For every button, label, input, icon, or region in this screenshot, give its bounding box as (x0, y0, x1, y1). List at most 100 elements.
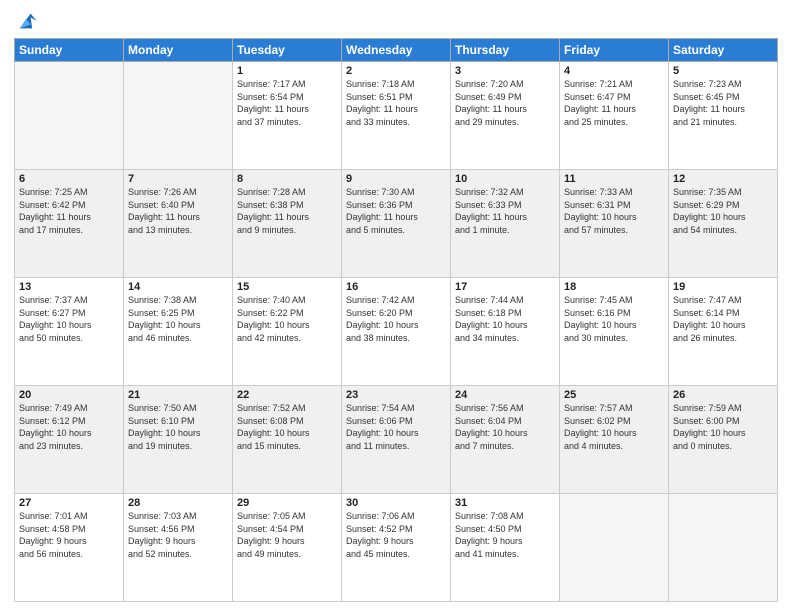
day-detail: Sunrise: 7:08 AM Sunset: 4:50 PM Dayligh… (455, 510, 555, 560)
day-number: 9 (346, 173, 446, 185)
day-detail: Sunrise: 7:42 AM Sunset: 6:20 PM Dayligh… (346, 294, 446, 344)
calendar-cell: 1Sunrise: 7:17 AM Sunset: 6:54 PM Daylig… (233, 62, 342, 170)
day-detail: Sunrise: 7:40 AM Sunset: 6:22 PM Dayligh… (237, 294, 337, 344)
day-detail: Sunrise: 7:44 AM Sunset: 6:18 PM Dayligh… (455, 294, 555, 344)
day-detail: Sunrise: 7:30 AM Sunset: 6:36 PM Dayligh… (346, 186, 446, 236)
logo (14, 14, 38, 32)
calendar-cell (15, 62, 124, 170)
day-detail: Sunrise: 7:01 AM Sunset: 4:58 PM Dayligh… (19, 510, 119, 560)
calendar-cell (669, 494, 778, 602)
weekday-header: Thursday (451, 39, 560, 62)
day-number: 26 (673, 389, 773, 401)
weekday-header-row: SundayMondayTuesdayWednesdayThursdayFrid… (15, 39, 778, 62)
calendar-cell: 30Sunrise: 7:06 AM Sunset: 4:52 PM Dayli… (342, 494, 451, 602)
page: SundayMondayTuesdayWednesdayThursdayFrid… (0, 0, 792, 612)
calendar-cell: 4Sunrise: 7:21 AM Sunset: 6:47 PM Daylig… (560, 62, 669, 170)
calendar-cell: 10Sunrise: 7:32 AM Sunset: 6:33 PM Dayli… (451, 170, 560, 278)
day-detail: Sunrise: 7:21 AM Sunset: 6:47 PM Dayligh… (564, 78, 664, 128)
day-number: 22 (237, 389, 337, 401)
day-detail: Sunrise: 7:35 AM Sunset: 6:29 PM Dayligh… (673, 186, 773, 236)
day-detail: Sunrise: 7:25 AM Sunset: 6:42 PM Dayligh… (19, 186, 119, 236)
calendar-week-row: 1Sunrise: 7:17 AM Sunset: 6:54 PM Daylig… (15, 62, 778, 170)
day-number: 30 (346, 497, 446, 509)
day-number: 7 (128, 173, 228, 185)
day-detail: Sunrise: 7:57 AM Sunset: 6:02 PM Dayligh… (564, 402, 664, 452)
day-detail: Sunrise: 7:54 AM Sunset: 6:06 PM Dayligh… (346, 402, 446, 452)
weekday-header: Wednesday (342, 39, 451, 62)
weekday-header: Monday (124, 39, 233, 62)
day-number: 25 (564, 389, 664, 401)
calendar-cell: 25Sunrise: 7:57 AM Sunset: 6:02 PM Dayli… (560, 386, 669, 494)
calendar-cell: 6Sunrise: 7:25 AM Sunset: 6:42 PM Daylig… (15, 170, 124, 278)
day-detail: Sunrise: 7:06 AM Sunset: 4:52 PM Dayligh… (346, 510, 446, 560)
calendar-cell: 22Sunrise: 7:52 AM Sunset: 6:08 PM Dayli… (233, 386, 342, 494)
calendar-cell: 20Sunrise: 7:49 AM Sunset: 6:12 PM Dayli… (15, 386, 124, 494)
day-number: 6 (19, 173, 119, 185)
day-detail: Sunrise: 7:38 AM Sunset: 6:25 PM Dayligh… (128, 294, 228, 344)
calendar-cell: 28Sunrise: 7:03 AM Sunset: 4:56 PM Dayli… (124, 494, 233, 602)
calendar-cell: 31Sunrise: 7:08 AM Sunset: 4:50 PM Dayli… (451, 494, 560, 602)
calendar-week-row: 27Sunrise: 7:01 AM Sunset: 4:58 PM Dayli… (15, 494, 778, 602)
logo-icon (16, 10, 38, 32)
day-number: 13 (19, 281, 119, 293)
day-detail: Sunrise: 7:52 AM Sunset: 6:08 PM Dayligh… (237, 402, 337, 452)
day-detail: Sunrise: 7:45 AM Sunset: 6:16 PM Dayligh… (564, 294, 664, 344)
day-number: 21 (128, 389, 228, 401)
day-detail: Sunrise: 7:56 AM Sunset: 6:04 PM Dayligh… (455, 402, 555, 452)
day-detail: Sunrise: 7:03 AM Sunset: 4:56 PM Dayligh… (128, 510, 228, 560)
day-number: 24 (455, 389, 555, 401)
weekday-header: Sunday (15, 39, 124, 62)
calendar-cell: 23Sunrise: 7:54 AM Sunset: 6:06 PM Dayli… (342, 386, 451, 494)
calendar-cell: 26Sunrise: 7:59 AM Sunset: 6:00 PM Dayli… (669, 386, 778, 494)
calendar-cell: 29Sunrise: 7:05 AM Sunset: 4:54 PM Dayli… (233, 494, 342, 602)
calendar-cell: 27Sunrise: 7:01 AM Sunset: 4:58 PM Dayli… (15, 494, 124, 602)
calendar-cell: 15Sunrise: 7:40 AM Sunset: 6:22 PM Dayli… (233, 278, 342, 386)
calendar-cell: 16Sunrise: 7:42 AM Sunset: 6:20 PM Dayli… (342, 278, 451, 386)
day-number: 18 (564, 281, 664, 293)
day-detail: Sunrise: 7:37 AM Sunset: 6:27 PM Dayligh… (19, 294, 119, 344)
day-number: 29 (237, 497, 337, 509)
day-number: 17 (455, 281, 555, 293)
day-number: 20 (19, 389, 119, 401)
day-detail: Sunrise: 7:17 AM Sunset: 6:54 PM Dayligh… (237, 78, 337, 128)
day-number: 28 (128, 497, 228, 509)
calendar-cell: 5Sunrise: 7:23 AM Sunset: 6:45 PM Daylig… (669, 62, 778, 170)
day-detail: Sunrise: 7:49 AM Sunset: 6:12 PM Dayligh… (19, 402, 119, 452)
day-detail: Sunrise: 7:28 AM Sunset: 6:38 PM Dayligh… (237, 186, 337, 236)
calendar-cell: 17Sunrise: 7:44 AM Sunset: 6:18 PM Dayli… (451, 278, 560, 386)
day-number: 19 (673, 281, 773, 293)
day-number: 15 (237, 281, 337, 293)
day-number: 16 (346, 281, 446, 293)
day-number: 5 (673, 65, 773, 77)
calendar-cell: 9Sunrise: 7:30 AM Sunset: 6:36 PM Daylig… (342, 170, 451, 278)
day-detail: Sunrise: 7:23 AM Sunset: 6:45 PM Dayligh… (673, 78, 773, 128)
calendar-cell: 11Sunrise: 7:33 AM Sunset: 6:31 PM Dayli… (560, 170, 669, 278)
calendar-cell: 2Sunrise: 7:18 AM Sunset: 6:51 PM Daylig… (342, 62, 451, 170)
calendar-cell: 8Sunrise: 7:28 AM Sunset: 6:38 PM Daylig… (233, 170, 342, 278)
day-number: 23 (346, 389, 446, 401)
calendar-table: SundayMondayTuesdayWednesdayThursdayFrid… (14, 38, 778, 602)
day-number: 10 (455, 173, 555, 185)
calendar-cell: 7Sunrise: 7:26 AM Sunset: 6:40 PM Daylig… (124, 170, 233, 278)
day-number: 31 (455, 497, 555, 509)
day-detail: Sunrise: 7:05 AM Sunset: 4:54 PM Dayligh… (237, 510, 337, 560)
day-detail: Sunrise: 7:18 AM Sunset: 6:51 PM Dayligh… (346, 78, 446, 128)
day-number: 8 (237, 173, 337, 185)
weekday-header: Friday (560, 39, 669, 62)
day-detail: Sunrise: 7:33 AM Sunset: 6:31 PM Dayligh… (564, 186, 664, 236)
day-number: 3 (455, 65, 555, 77)
day-number: 12 (673, 173, 773, 185)
calendar-cell: 21Sunrise: 7:50 AM Sunset: 6:10 PM Dayli… (124, 386, 233, 494)
calendar-cell: 18Sunrise: 7:45 AM Sunset: 6:16 PM Dayli… (560, 278, 669, 386)
weekday-header: Saturday (669, 39, 778, 62)
day-number: 4 (564, 65, 664, 77)
calendar-cell: 3Sunrise: 7:20 AM Sunset: 6:49 PM Daylig… (451, 62, 560, 170)
calendar-cell (560, 494, 669, 602)
day-number: 14 (128, 281, 228, 293)
day-detail: Sunrise: 7:59 AM Sunset: 6:00 PM Dayligh… (673, 402, 773, 452)
calendar-cell: 14Sunrise: 7:38 AM Sunset: 6:25 PM Dayli… (124, 278, 233, 386)
weekday-header: Tuesday (233, 39, 342, 62)
calendar-week-row: 6Sunrise: 7:25 AM Sunset: 6:42 PM Daylig… (15, 170, 778, 278)
day-detail: Sunrise: 7:47 AM Sunset: 6:14 PM Dayligh… (673, 294, 773, 344)
header (14, 10, 778, 32)
